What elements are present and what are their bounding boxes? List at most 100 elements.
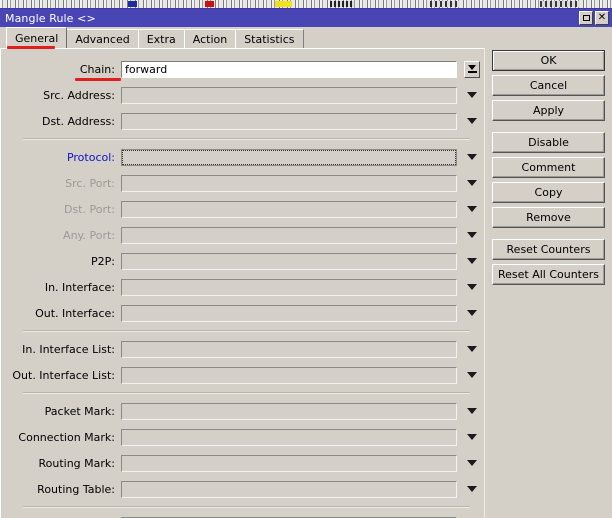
reset-all-counters-button[interactable]: Reset All Counters	[492, 264, 605, 285]
form-row-in-interface-list: In. Interface List:	[1, 336, 484, 362]
titlebar: Mangle Rule <> ✕	[0, 9, 612, 27]
chevron-down-icon[interactable]	[464, 201, 480, 218]
input-src-port	[121, 174, 457, 192]
ok-button[interactable]: OK	[492, 50, 605, 71]
input-packet-mark[interactable]	[121, 402, 457, 420]
label-src-port: Src. Port:	[65, 176, 115, 190]
tab-action[interactable]: Action	[183, 29, 237, 48]
background-icon-dark-2	[430, 1, 460, 7]
background-window-strip	[0, 0, 612, 8]
tab-advanced[interactable]: Advanced	[66, 29, 139, 48]
form-row-out-interface: Out. Interface:	[1, 300, 484, 326]
input-routing-table[interactable]	[121, 480, 457, 498]
comment-button[interactable]: Comment	[492, 157, 605, 178]
input-any-port	[121, 226, 457, 244]
form-row-packet-mark: Packet Mark:	[1, 398, 484, 424]
label-p2p: P2P:	[91, 254, 115, 268]
label-connection-mark: Connection Mark:	[18, 430, 115, 444]
tab-label: Advanced	[75, 32, 130, 46]
form-top-spacer	[1, 49, 484, 56]
input-routing-mark[interactable]	[121, 454, 457, 472]
input-out-interface[interactable]	[121, 304, 457, 322]
input-in-interface[interactable]	[121, 278, 457, 296]
label-src-address: Src. Address:	[43, 88, 115, 102]
form-row-dst-port: Dst. Port:	[1, 196, 484, 222]
button-label: OK	[540, 54, 557, 67]
chevron-down-icon[interactable]	[464, 341, 480, 358]
dialog-body: Chain: forward Src. Address: Dst. Address: P…	[0, 48, 612, 518]
general-form-pane: Chain: forward Src. Address: Dst. Address: P…	[0, 48, 484, 518]
apply-button[interactable]: Apply	[492, 100, 605, 121]
chevron-down-icon[interactable]	[464, 367, 480, 384]
button-group-gap	[492, 232, 612, 239]
remove-button[interactable]: Remove	[492, 207, 605, 228]
button-label: Cancel	[529, 79, 568, 92]
button-label: Remove	[526, 211, 571, 224]
input-chain[interactable]: forward	[121, 60, 457, 78]
input-src-address[interactable]	[121, 86, 457, 104]
reset-counters-button[interactable]: Reset Counters	[492, 239, 605, 260]
chevron-down-icon[interactable]	[464, 87, 480, 104]
input-dst-address[interactable]	[121, 112, 457, 130]
chevron-down-icon[interactable]	[464, 481, 480, 498]
chevron-down-icon[interactable]	[464, 305, 480, 322]
chevron-down-icon[interactable]	[464, 175, 480, 192]
background-toolbar-pattern	[0, 0, 612, 8]
background-icon-dark-1	[330, 1, 354, 7]
background-icon-blue	[128, 1, 137, 7]
form-row-out-interface-list: Out. Interface List:	[1, 362, 484, 388]
button-label: Comment	[521, 161, 576, 174]
form-section-separator	[23, 138, 470, 140]
background-icon-yellow	[275, 1, 292, 7]
cancel-button[interactable]: Cancel	[492, 75, 605, 96]
input-connection-mark[interactable]	[121, 428, 457, 446]
label-any-port: Any. Port:	[63, 228, 115, 242]
button-label: Apply	[532, 104, 565, 117]
tab-statistics[interactable]: Statistics	[235, 29, 304, 48]
chevron-down-icon[interactable]	[464, 253, 480, 270]
button-label: Reset All Counters	[497, 268, 600, 281]
mangle-rule-dialog: Mangle Rule <> ✕ General Advanced Extra Act…	[0, 8, 612, 518]
input-in-interface-list[interactable]	[121, 340, 457, 358]
maximize-icon[interactable]	[579, 11, 593, 25]
general-tab-red-underline-annotation	[7, 46, 55, 49]
form-row-connection-mark: Connection Mark:	[1, 424, 484, 450]
chevron-down-icon[interactable]	[464, 429, 480, 446]
tab-general[interactable]: General	[6, 27, 68, 48]
background-icon-red	[205, 1, 214, 7]
label-in-interface: In. Interface:	[44, 280, 115, 294]
form-row-chain: Chain: forward	[1, 56, 484, 82]
form-row-p2p: P2P:	[1, 248, 484, 274]
button-group-gap	[492, 125, 612, 132]
chevron-down-icon[interactable]	[464, 113, 480, 130]
input-out-interface-list[interactable]	[121, 366, 457, 384]
screen: Mangle Rule <> ✕ General Advanced Extra Act…	[0, 0, 612, 518]
disable-button[interactable]: Disable	[492, 132, 605, 153]
input-p2p[interactable]	[121, 252, 457, 270]
label-chain: Chain:	[79, 62, 115, 76]
label-dst-address: Dst. Address:	[41, 114, 115, 128]
input-protocol[interactable]	[121, 148, 457, 166]
button-label: Disable	[528, 136, 569, 149]
copy-button[interactable]: Copy	[492, 182, 605, 203]
chevron-down-icon[interactable]	[464, 227, 480, 244]
chevron-down-icon[interactable]	[464, 403, 480, 420]
tab-bar: General Advanced Extra Action Statistics	[0, 27, 612, 49]
close-icon[interactable]: ✕	[595, 11, 609, 25]
chevron-down-icon[interactable]	[464, 149, 480, 166]
form-row-src-address: Src. Address:	[1, 82, 484, 108]
label-out-interface: Out. Interface:	[35, 306, 115, 320]
label-in-interface-list: In. Interface List:	[22, 342, 115, 356]
form-row-row	[1, 512, 484, 518]
background-icon-dark-3	[540, 1, 580, 7]
chevron-down-icon[interactable]	[464, 455, 480, 472]
label-protocol[interactable]: Protocol:	[1, 151, 121, 164]
tab-extra[interactable]: Extra	[137, 29, 185, 48]
label-out-interface-list: Out. Interface List:	[12, 368, 115, 382]
chevron-down-icon[interactable]	[464, 279, 480, 296]
chevron-down-icon[interactable]	[464, 60, 480, 78]
button-label: Copy	[534, 186, 563, 199]
input-dst-port	[121, 200, 457, 218]
form-row-protocol: Protocol:	[1, 144, 484, 170]
label-routing-table: Routing Table:	[37, 482, 115, 496]
